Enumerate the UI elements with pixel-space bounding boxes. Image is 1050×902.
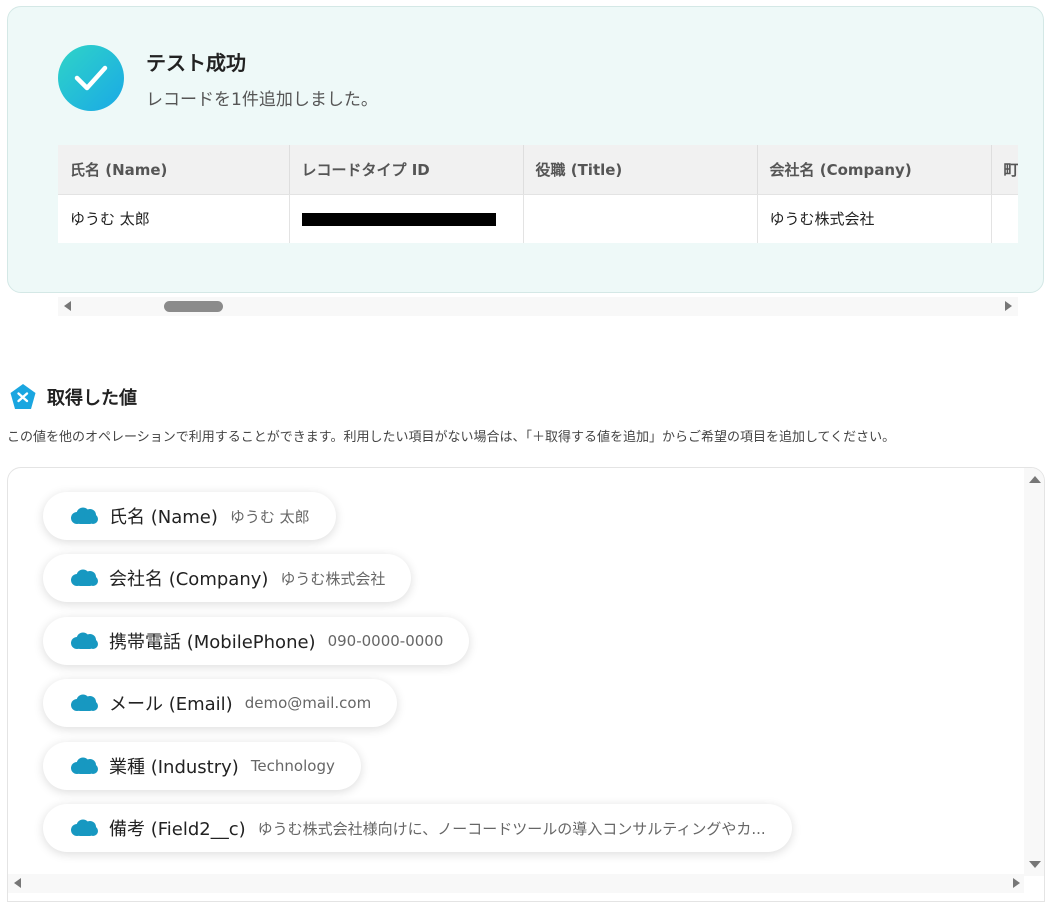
salesforce-cloud-icon [71, 507, 98, 524]
cell-title [523, 194, 758, 243]
cell-record-type-id [289, 194, 524, 243]
value-label: 業種 (Industry) [109, 757, 239, 778]
checkmark-icon [58, 45, 124, 111]
table-row: ゆうむ 太郎 ゆうむ株式会社 [58, 194, 1018, 243]
salesforce-cloud-icon [71, 757, 98, 774]
value-text: 090-0000-0000 [327, 632, 444, 650]
value-label: 氏名 (Name) [109, 507, 218, 528]
scroll-right-arrow-icon[interactable] [1013, 878, 1020, 888]
value-label: メール (Email) [109, 694, 233, 715]
cell-truncated [991, 194, 1018, 243]
value-text: demo@mail.com [244, 694, 372, 712]
column-header-title: 役職 (Title) [523, 145, 758, 195]
scroll-down-arrow-icon[interactable] [1029, 861, 1041, 868]
column-header-company: 会社名 (Company) [757, 145, 992, 195]
salesforce-cloud-icon [71, 569, 98, 586]
value-text: ゆうむ株式会社 [280, 569, 386, 588]
column-header-record-type-id: レコードタイプ ID [289, 145, 524, 195]
value-label: 会社名 (Company) [109, 569, 269, 590]
scroll-left-arrow-icon[interactable] [14, 878, 21, 888]
salesforce-cloud-icon [71, 694, 98, 711]
value-label: 携帯電話 (MobilePhone) [109, 632, 316, 653]
value-chip-mobile-phone[interactable]: 携帯電話 (MobilePhone) 090-0000-0000 [43, 617, 470, 665]
value-text: ゆうむ 太郎 [229, 507, 310, 526]
value-chip-company[interactable]: 会社名 (Company) ゆうむ株式会社 [43, 554, 412, 602]
values-vertical-scrollbar[interactable] [1024, 468, 1044, 876]
column-header-truncated: 町 [991, 145, 1018, 195]
yoom-logo-icon [10, 384, 36, 409]
scroll-right-arrow-icon[interactable] [1005, 301, 1012, 311]
column-header-name: 氏名 (Name) [58, 145, 290, 195]
table-header-row: 氏名 (Name) レコードタイプ ID 役職 (Title) 会社名 (Com… [58, 145, 1018, 195]
scroll-left-arrow-icon[interactable] [64, 301, 71, 311]
value-text: Technology [250, 757, 335, 775]
value-chip-notes[interactable]: 備考 (Field2__c) ゆうむ株式会社様向けに、ノーコードツールの導入コン… [43, 804, 792, 852]
success-title: テスト成功 [146, 51, 246, 75]
values-horizontal-scrollbar[interactable] [8, 874, 1024, 893]
salesforce-cloud-icon [71, 632, 98, 649]
scroll-up-arrow-icon[interactable] [1029, 476, 1041, 483]
value-label: 備考 (Field2__c) [109, 819, 246, 840]
value-text: ゆうむ株式会社様向けに、ノーコードツールの導入コンサルティングやカ... [257, 819, 766, 838]
retrieved-values-panel: 氏名 (Name) ゆうむ 太郎 会社名 (Company) ゆうむ株式会社 携… [7, 467, 1045, 902]
table-horizontal-scrollbar[interactable] [58, 297, 1018, 316]
redacted-value [301, 212, 496, 226]
value-chip-industry[interactable]: 業種 (Industry) Technology [43, 742, 361, 790]
salesforce-cloud-icon [71, 819, 98, 836]
value-chip-name[interactable]: 氏名 (Name) ゆうむ 太郎 [43, 492, 336, 540]
scrollbar-thumb[interactable] [164, 301, 223, 312]
cell-company: ゆうむ株式会社 [757, 194, 992, 243]
values-section-title: 取得した値 [47, 388, 137, 409]
values-section-header: 取得した値 [9, 383, 137, 411]
record-table: 氏名 (Name) レコードタイプ ID 役職 (Title) 会社名 (Com… [58, 145, 1018, 244]
success-message: レコードを1件追加しました。 [146, 90, 378, 110]
values-section-description: この値を他のオペレーションで利用することができます。利用したい項目がない場合は、… [7, 430, 896, 445]
cell-name: ゆうむ 太郎 [58, 194, 290, 243]
test-success-panel: テスト成功 レコードを1件追加しました。 氏名 (Name) レコードタイプ I… [7, 6, 1044, 293]
value-chip-email[interactable]: メール (Email) demo@mail.com [43, 679, 398, 727]
